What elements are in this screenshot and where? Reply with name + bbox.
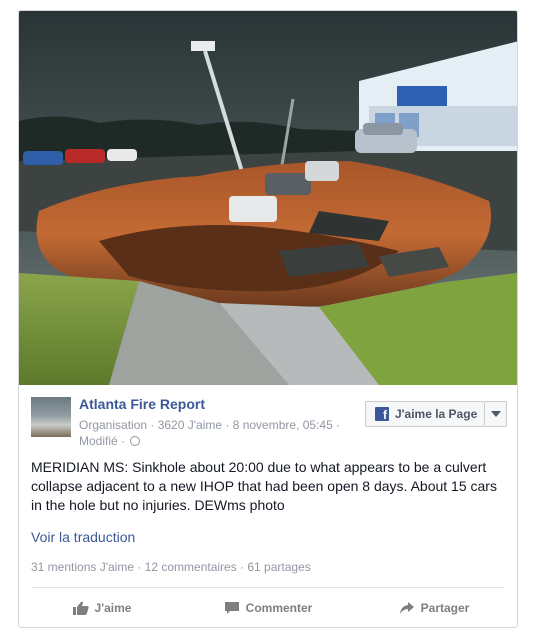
chevron-down-icon [490, 411, 501, 417]
see-translation-link[interactable]: Voir la traduction [31, 529, 135, 545]
post-actions-bar: J'aime Commenter Partager [19, 588, 517, 627]
share-button[interactable]: Partager [351, 588, 517, 627]
like-button[interactable]: J'aime [19, 588, 185, 627]
sinkhole-photo-illustration [19, 11, 517, 385]
comment-button[interactable]: Commenter [185, 588, 351, 627]
facebook-post-card: Atlanta Fire Report Organisation · 3620 … [18, 10, 518, 628]
like-button-label: J'aime [94, 601, 132, 615]
page-name-link[interactable]: Atlanta Fire Report [79, 396, 205, 412]
comment-bubble-icon [224, 602, 239, 614]
thumbs-up-icon [72, 601, 89, 615]
page-avatar[interactable] [31, 397, 71, 437]
like-page-label: J'aime la Page [395, 407, 478, 421]
post-stats[interactable]: 31 mentions J'aime · 12 commentaires · 6… [31, 560, 311, 574]
like-page-button[interactable]: f J'aime la Page [365, 401, 485, 427]
post-text: MERIDIAN MS: Sinkhole about 20:00 due to… [31, 459, 497, 513]
share-button-label: Partager [420, 601, 470, 615]
comment-button-label: Commenter [245, 601, 313, 615]
post-header: Atlanta Fire Report Organisation · 3620 … [19, 385, 517, 463]
globe-icon [130, 436, 141, 446]
post-modified-label[interactable]: Modifié · [79, 434, 125, 448]
sinkhole-photo[interactable] [19, 11, 517, 385]
facebook-f-icon: f [375, 407, 389, 421]
post-meta-line: Organisation · 3620 J'aime · 8 novembre,… [79, 418, 341, 432]
post-meta: Organisation · 3620 J'aime · 8 novembre,… [79, 417, 369, 449]
like-page-dropdown-button[interactable] [485, 401, 507, 427]
share-arrow-icon [399, 602, 414, 614]
